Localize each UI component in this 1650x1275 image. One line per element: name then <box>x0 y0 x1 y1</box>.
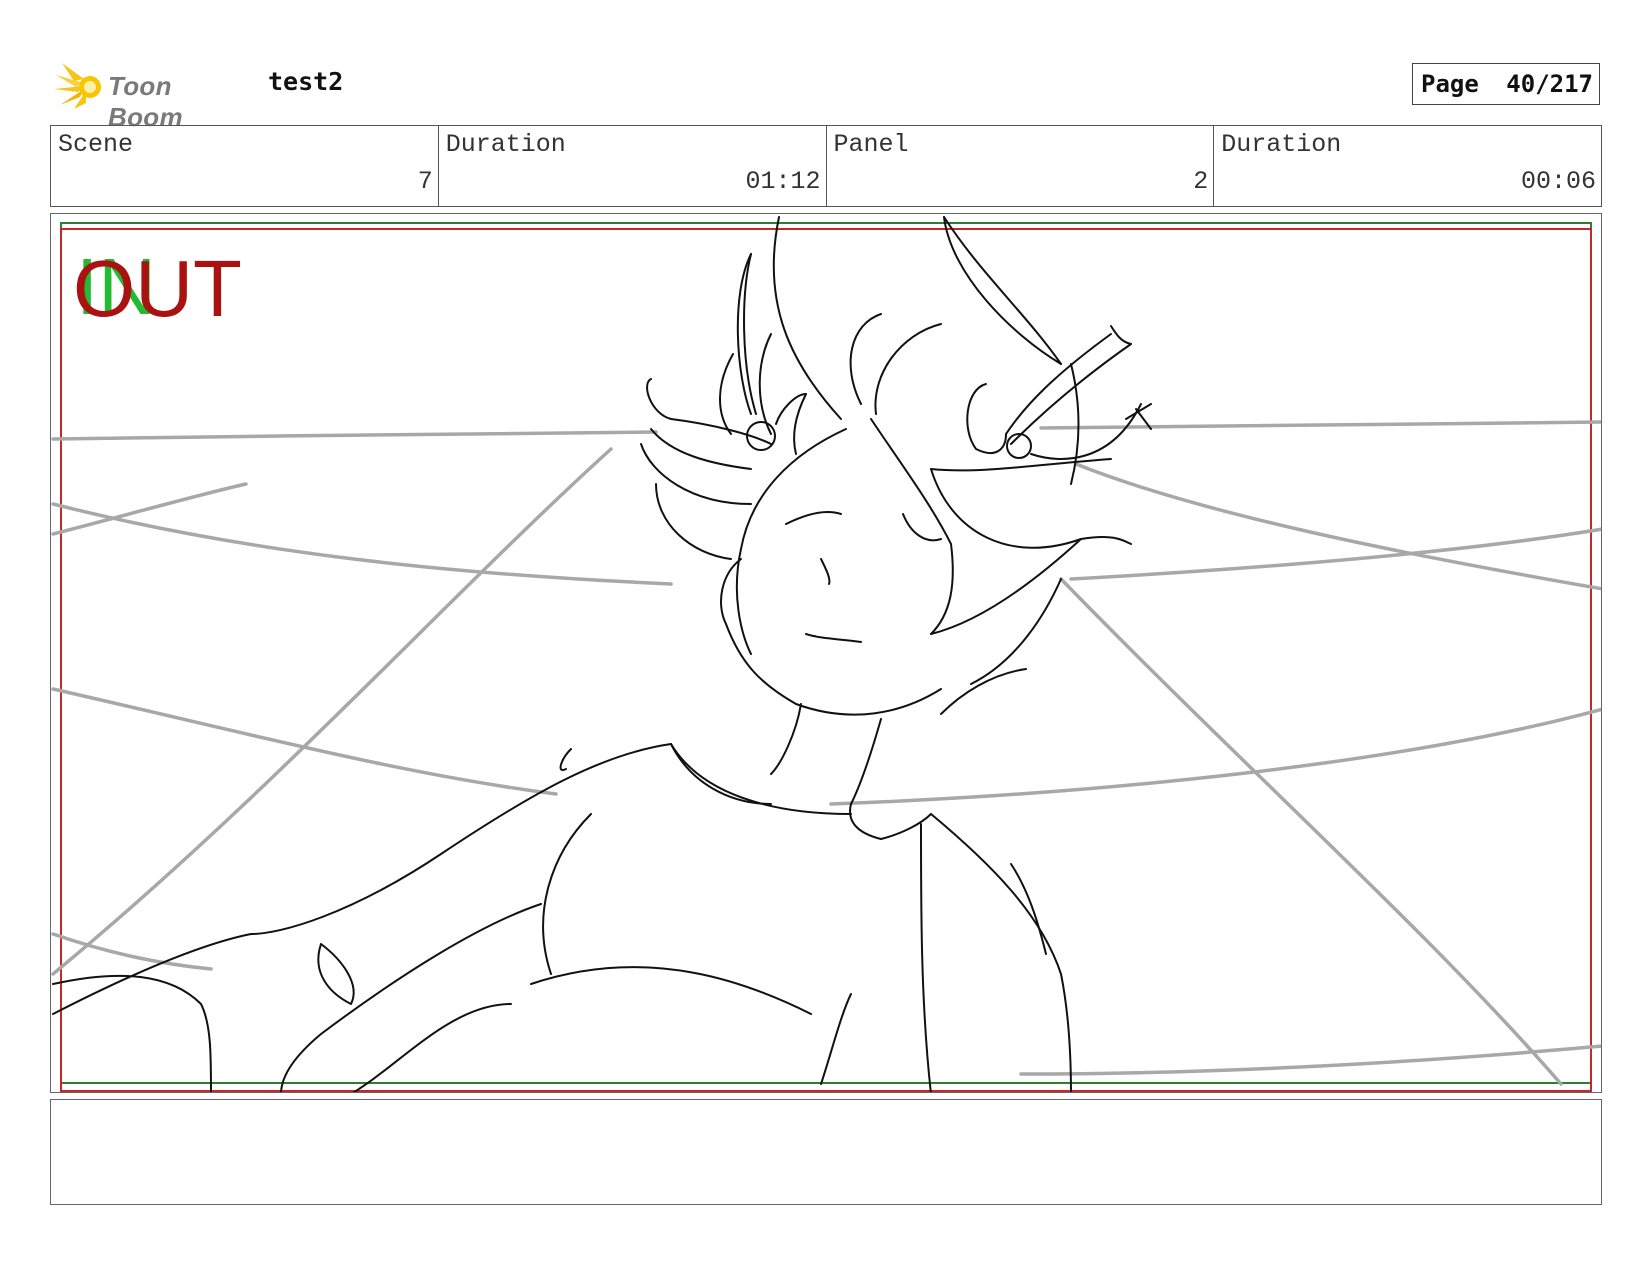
page-number: 40/217 <box>1506 70 1593 98</box>
page-label: Page <box>1421 70 1479 98</box>
page-indicator: Page 40/217 <box>1412 63 1600 105</box>
logo-text: Toon Boom <box>108 71 183 132</box>
scene-cell: Scene 7 <box>51 126 439 206</box>
scene-duration-cell: Duration 01:12 <box>439 126 827 206</box>
scene-value: 7 <box>417 167 433 196</box>
out-marker: OUT <box>73 244 242 333</box>
scene-label: Scene <box>58 130 134 159</box>
character-sketch <box>52 216 1152 1092</box>
project-title: test2 <box>268 67 344 96</box>
panel-duration-cell: Duration 00:06 <box>1214 126 1601 206</box>
panel-sketch: IN OUT <box>51 216 1601 1092</box>
safe-frame-green <box>60 222 1592 1084</box>
scene-duration-value: 01:12 <box>745 167 821 196</box>
scene-duration-label: Duration <box>445 130 566 159</box>
background-guide-lines <box>51 420 1601 1086</box>
panel-info-table: Scene 7 Duration 01:12 Panel 2 Duration … <box>50 125 1602 207</box>
panel-cell: Panel 2 <box>827 126 1215 206</box>
page-header: Toon Boom test2 Page 40/217 <box>50 55 1602 132</box>
panel-duration-value: 00:06 <box>1520 167 1596 196</box>
safe-frame-red <box>60 228 1592 1092</box>
toon-boom-logo: Toon Boom <box>54 59 254 132</box>
panel-notes-box <box>50 1099 1602 1205</box>
panel-label: Panel <box>833 130 909 159</box>
storyboard-panel: IN OUT <box>50 213 1602 1093</box>
logo-flare-icon <box>54 63 101 109</box>
panel-duration-label: Duration <box>1221 130 1342 159</box>
panel-value: 2 <box>1193 167 1209 196</box>
